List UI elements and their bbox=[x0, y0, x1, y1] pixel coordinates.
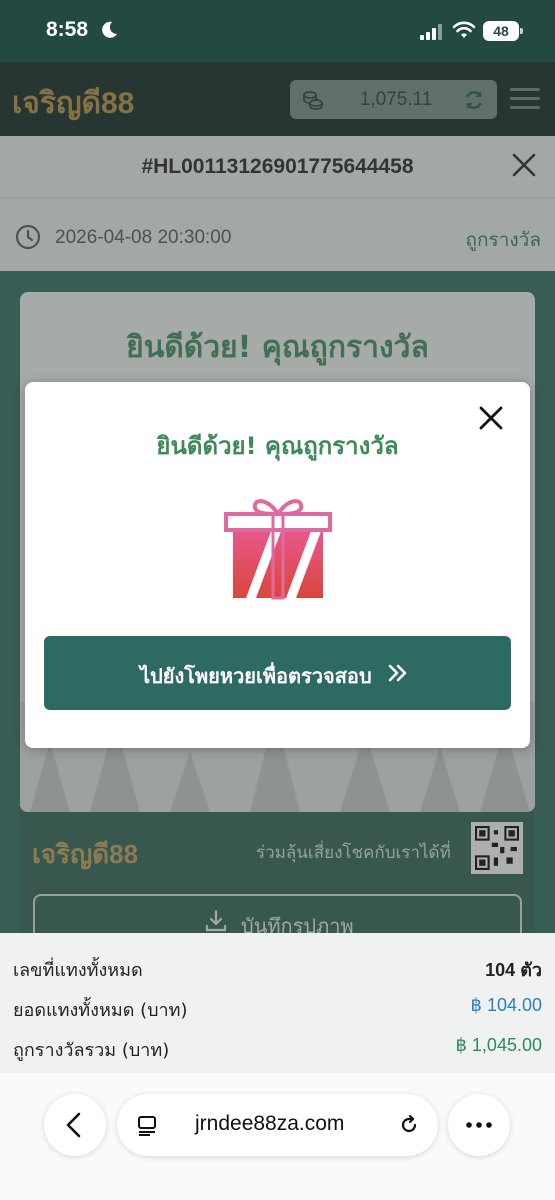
battery-indicator: 48 bbox=[483, 21, 523, 41]
reload-icon[interactable] bbox=[397, 1113, 421, 1137]
cellular-signal-icon bbox=[420, 24, 442, 40]
modal-title: ยินดีด้วย! คุณถูกรางวัล bbox=[156, 432, 399, 460]
summary-value: ฿ 104.00 bbox=[470, 995, 542, 1015]
url-text: jrndee88za.com bbox=[195, 1112, 345, 1135]
win-modal: ยินดีด้วย! คุณถูกรางวัล ไปยังโพยหวยเพื่อ… bbox=[25, 382, 530, 748]
gift-icon bbox=[224, 499, 332, 600]
status-time: 8:58 bbox=[46, 18, 89, 41]
go-to-ticket-button[interactable]: ไปยังโพยหวยเพื่อตรวจสอบ bbox=[44, 636, 511, 710]
summary-label: ยอดแทงทั้งหมด (บาท) bbox=[13, 1000, 188, 1021]
browser-more-button[interactable] bbox=[448, 1094, 510, 1156]
chevron-left-icon bbox=[66, 1112, 81, 1138]
summary-value: 104 ตัว bbox=[485, 960, 542, 980]
wifi-icon bbox=[452, 21, 476, 38]
moon-icon bbox=[102, 21, 117, 38]
summary-row-total-winnings: ถูกรางวัลรวม (บาท) ฿ 1,045.00 bbox=[13, 1035, 542, 1065]
status-bar: 8:58 48 bbox=[0, 0, 555, 62]
browser-back-button[interactable] bbox=[44, 1094, 106, 1156]
go-to-ticket-label: ไปยังโพยหวยเพื่อตรวจสอบ bbox=[140, 664, 372, 688]
summary-row-total-numbers: เลขที่แทงทั้งหมด 104 ตัว bbox=[13, 955, 542, 985]
more-dots-icon bbox=[466, 1122, 492, 1128]
address-bar[interactable]: jrndee88za.com bbox=[117, 1094, 438, 1156]
page-menu-icon[interactable] bbox=[136, 1114, 158, 1136]
ticket-summary: เลขที่แทงทั้งหมด 104 ตัว ยอดแทงทั้งหมด (… bbox=[0, 933, 555, 1073]
summary-label: ถูกรางวัลรวม (บาท) bbox=[13, 1040, 170, 1061]
summary-value: ฿ 1,045.00 bbox=[455, 1035, 542, 1055]
browser-toolbar: jrndee88za.com bbox=[0, 1073, 555, 1200]
summary-label: เลขที่แทงทั้งหมด bbox=[13, 960, 143, 981]
summary-row-total-bet: ยอดแทงทั้งหมด (บาท) ฿ 104.00 bbox=[13, 995, 542, 1025]
double-chevron-right-icon bbox=[388, 664, 407, 682]
